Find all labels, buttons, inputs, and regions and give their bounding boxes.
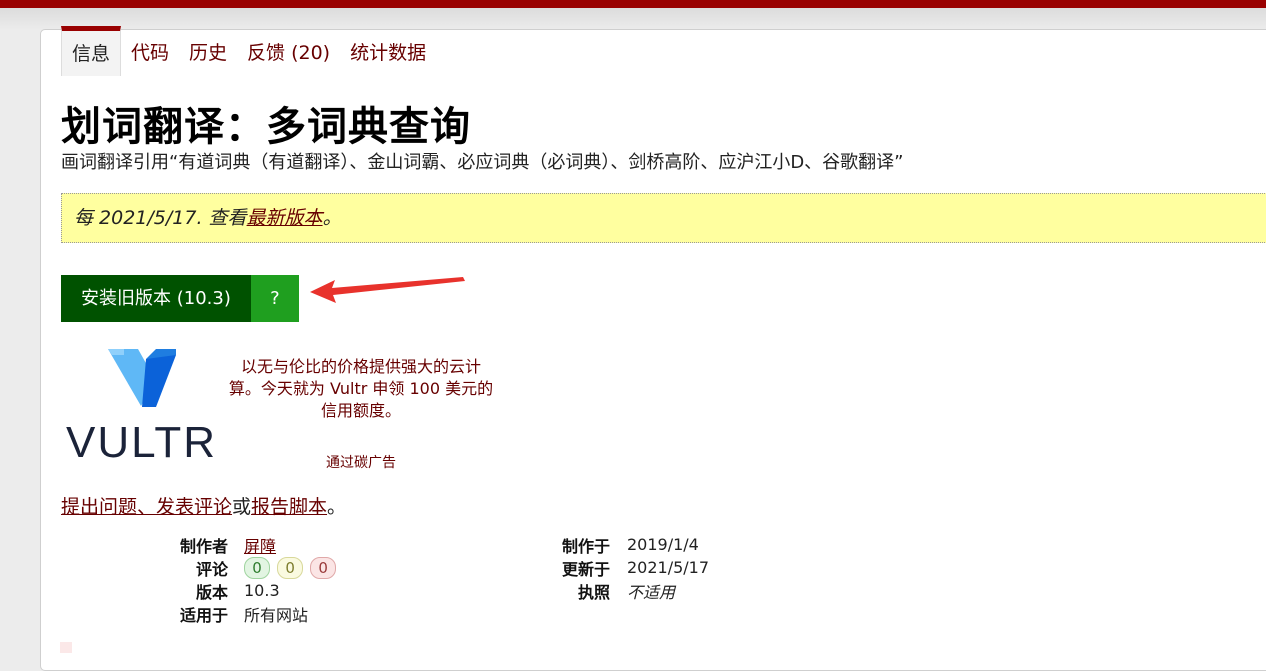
install-old-version-button[interactable]: 安装旧版本 (10.3) xyxy=(61,275,251,322)
meta-applies-row: 适用于 所有网站 xyxy=(130,602,338,625)
created-value: 2019/1/4 xyxy=(627,535,699,554)
script-meta-right: 制作于 2019/1/4 更新于 2021/5/17 执照 不适用 xyxy=(520,533,709,602)
updated-value: 2021/5/17 xyxy=(627,558,710,577)
license-value: 不适用 xyxy=(627,582,676,602)
meta-version-row: 版本 10.3 xyxy=(130,579,338,602)
svg-text:VULTR: VULTR xyxy=(66,418,217,462)
meta-ratings-row: 评论 0 0 0 xyxy=(130,556,338,579)
notice-suffix: 。 xyxy=(322,207,342,229)
vultr-logo[interactable]: VULTR xyxy=(64,347,224,462)
meta-created-row: 制作于 2019/1/4 xyxy=(520,533,709,556)
feedback-or: 或 xyxy=(232,496,252,518)
red-arrow-annotation xyxy=(310,277,465,303)
rating-good-count: 0 xyxy=(244,556,270,579)
tab-code[interactable]: 代码 xyxy=(121,26,179,76)
ad-via-carbon[interactable]: 通过碳广告 xyxy=(228,452,494,472)
meta-author-row: 制作者 屏障 xyxy=(130,533,338,556)
rating-ok-count: 0 xyxy=(277,556,304,579)
tab-stats[interactable]: 统计数据 xyxy=(340,26,436,76)
ratings-label: 评论 xyxy=(195,559,228,579)
script-meta-left: 制作者 屏障 评论 0 0 0 版本 10.3 适用于 所有网站 xyxy=(130,533,338,625)
ask-question-link[interactable]: 提出问题、发表评论 xyxy=(61,496,232,518)
partial-element xyxy=(60,642,72,653)
version-label: 版本 xyxy=(195,582,228,602)
meta-license-row: 执照 不适用 xyxy=(520,579,709,602)
notice-text: 每 2021/5/17. 查看 xyxy=(74,207,247,229)
version-value: 10.3 xyxy=(244,581,280,600)
script-description: 画词翻译引用“有道词典（有道翻译）、金山词霸、必应词典（必词典）、剑桥高阶、应沪… xyxy=(61,152,904,173)
created-label: 制作于 xyxy=(561,536,610,556)
site-header-bar xyxy=(0,0,1266,8)
ad-text[interactable]: 以无与伦比的价格提供强大的云计算。今天就为 Vultr 申领 100 美元的信用… xyxy=(228,356,494,422)
author-label: 制作者 xyxy=(179,536,228,556)
applies-value: 所有网站 xyxy=(244,605,309,625)
tab-feedback[interactable]: 反馈 (20) xyxy=(237,26,340,76)
latest-version-link[interactable]: 最新版本 xyxy=(247,207,323,229)
tab-history[interactable]: 历史 xyxy=(179,26,237,76)
script-title: 划词翻译：多词典查询 xyxy=(61,104,471,150)
report-script-link[interactable]: 报告脚本 xyxy=(251,496,327,518)
outdated-version-notice: 每 2021/5/17. 查看最新版本。 xyxy=(61,193,1266,243)
feedback-end: 。 xyxy=(327,496,347,518)
meta-updated-row: 更新于 2021/5/17 xyxy=(520,556,709,579)
install-help-button[interactable]: ? xyxy=(250,275,299,322)
install-button-group: 安装旧版本 (10.3) ? xyxy=(61,275,299,322)
feedback-line: 提出问题、发表评论或报告脚本。 xyxy=(61,492,346,519)
author-link[interactable]: 屏障 xyxy=(244,537,276,556)
license-label: 执照 xyxy=(577,582,610,602)
updated-label: 更新于 xyxy=(561,559,610,579)
script-tabs: 信息 代码 历史 反馈 (20) 统计数据 xyxy=(61,26,436,76)
tab-info[interactable]: 信息 xyxy=(61,26,122,76)
rating-bad-count: 0 xyxy=(310,556,337,579)
applies-label: 适用于 xyxy=(179,605,228,625)
